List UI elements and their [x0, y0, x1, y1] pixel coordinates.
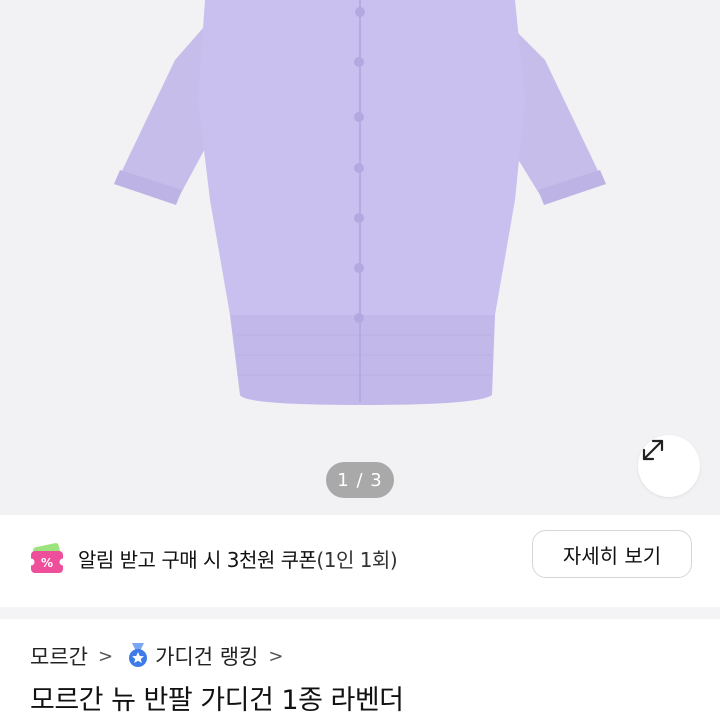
- product-title: 모르간 뉴 반팔 가디건 1종 라벤더: [30, 685, 404, 716]
- coupon-detail-button[interactable]: 자세히 보기: [532, 530, 692, 578]
- breadcrumb-brand-label: 모르간: [30, 645, 88, 669]
- expand-image-button[interactable]: [638, 435, 700, 497]
- coupon-text-sub: (1인 1회): [316, 547, 398, 572]
- breadcrumb-ranking-link[interactable]: 가디건 랭킹 >: [127, 641, 297, 671]
- coupon-ticket-icon: %: [28, 543, 67, 573]
- product-image: [114, 0, 606, 405]
- coupon-text-main: 알림 받고 구매 시 3천원 쿠폰: [78, 547, 317, 572]
- breadcrumb: 모르간 > 가디건 랭킹 >: [30, 638, 297, 674]
- svg-text:%: %: [41, 556, 53, 570]
- breadcrumb-brand-link[interactable]: 모르간 >: [30, 641, 127, 671]
- page-indicator: 1 / 3: [326, 462, 394, 498]
- chevron-right-icon: >: [97, 645, 114, 667]
- coupon-text: 알림 받고 구매 시 3천원 쿠폰 (1인 1회): [78, 515, 398, 601]
- product-image-carousel[interactable]: 1 / 3: [0, 0, 720, 515]
- expand-icon: [642, 439, 664, 461]
- ranking-medal-icon: [129, 643, 148, 667]
- chevron-right-icon: >: [268, 645, 284, 667]
- breadcrumb-ranking-label: 가디건 랭킹: [155, 645, 259, 669]
- section-divider: [0, 607, 720, 619]
